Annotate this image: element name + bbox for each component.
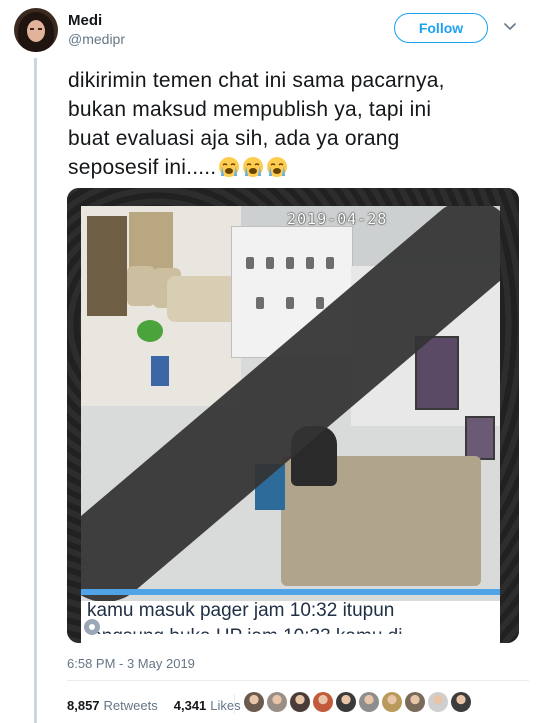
chat-message-line: kamu masuk pager jam 10:32 itupun <box>87 600 395 621</box>
chat-bubble-icon <box>84 619 100 635</box>
tweet-line: bukan maksud mempublish ya, tapi ini <box>68 98 432 121</box>
tweet-stats: 8,857 Retweets 4,341 Likes <box>67 698 241 713</box>
liker-avatar[interactable] <box>428 692 448 712</box>
retweets-label[interactable]: Retweets <box>104 698 158 713</box>
cctv-frame: 2019-04-28 2 <box>81 206 500 601</box>
divider <box>67 680 529 681</box>
liker-avatar[interactable] <box>359 692 379 712</box>
liker-avatar[interactable] <box>336 692 356 712</box>
likes-count[interactable]: 4,341 <box>174 698 207 713</box>
chat-divider-bar <box>81 589 500 595</box>
loudly-crying-face-icon <box>267 157 288 177</box>
liker-avatar[interactable] <box>313 692 333 712</box>
chevron-down-icon[interactable] <box>503 20 517 34</box>
tweet-line: dikirimin temen chat ini sama pacarnya, <box>68 69 445 92</box>
liker-avatar[interactable] <box>290 692 310 712</box>
chat-screenshot: 2019-04-28 2 kamu masuk pager jam 10:32 … <box>81 206 500 643</box>
emoji-group <box>218 156 288 178</box>
loudly-crying-face-icon <box>219 157 240 177</box>
loudly-crying-face-icon <box>243 157 264 177</box>
tweet-line-last: seposesif ini..... <box>68 153 528 182</box>
liker-avatar[interactable] <box>451 692 471 712</box>
likes-label[interactable]: Likes <box>210 698 240 713</box>
tweet-line: buat evaluasi aja sih, ada ya orang <box>68 127 400 150</box>
user-handle[interactable]: @medipr <box>68 31 125 47</box>
liker-avatar[interactable] <box>267 692 287 712</box>
liker-avatar[interactable] <box>382 692 402 712</box>
cctv-bottom-text: 2 <box>81 556 90 572</box>
retweets-count[interactable]: 8,857 <box>67 698 100 713</box>
tweet-timestamp[interactable]: 6:58 PM - 3 May 2019 <box>67 656 195 671</box>
chat-message-line: langsung buka HP jam 10:33 kamu di <box>87 626 403 643</box>
liker-avatars <box>244 692 471 712</box>
tweet-text: dikirimin temen chat ini sama pacarnya, … <box>68 66 528 182</box>
avatar[interactable] <box>14 8 58 52</box>
thread-line <box>34 58 37 723</box>
tweet-line: seposesif ini..... <box>68 156 217 179</box>
follow-button[interactable]: Follow <box>394 13 488 43</box>
user-name[interactable]: Medi <box>68 12 102 29</box>
cctv-timestamp: 2019-04-28 <box>287 210 388 228</box>
stats-separator <box>234 694 235 714</box>
tweet-media-image[interactable]: 2019-04-28 2 kamu masuk pager jam 10:32 … <box>67 188 519 643</box>
liker-avatar[interactable] <box>405 692 425 712</box>
liker-avatar[interactable] <box>244 692 264 712</box>
